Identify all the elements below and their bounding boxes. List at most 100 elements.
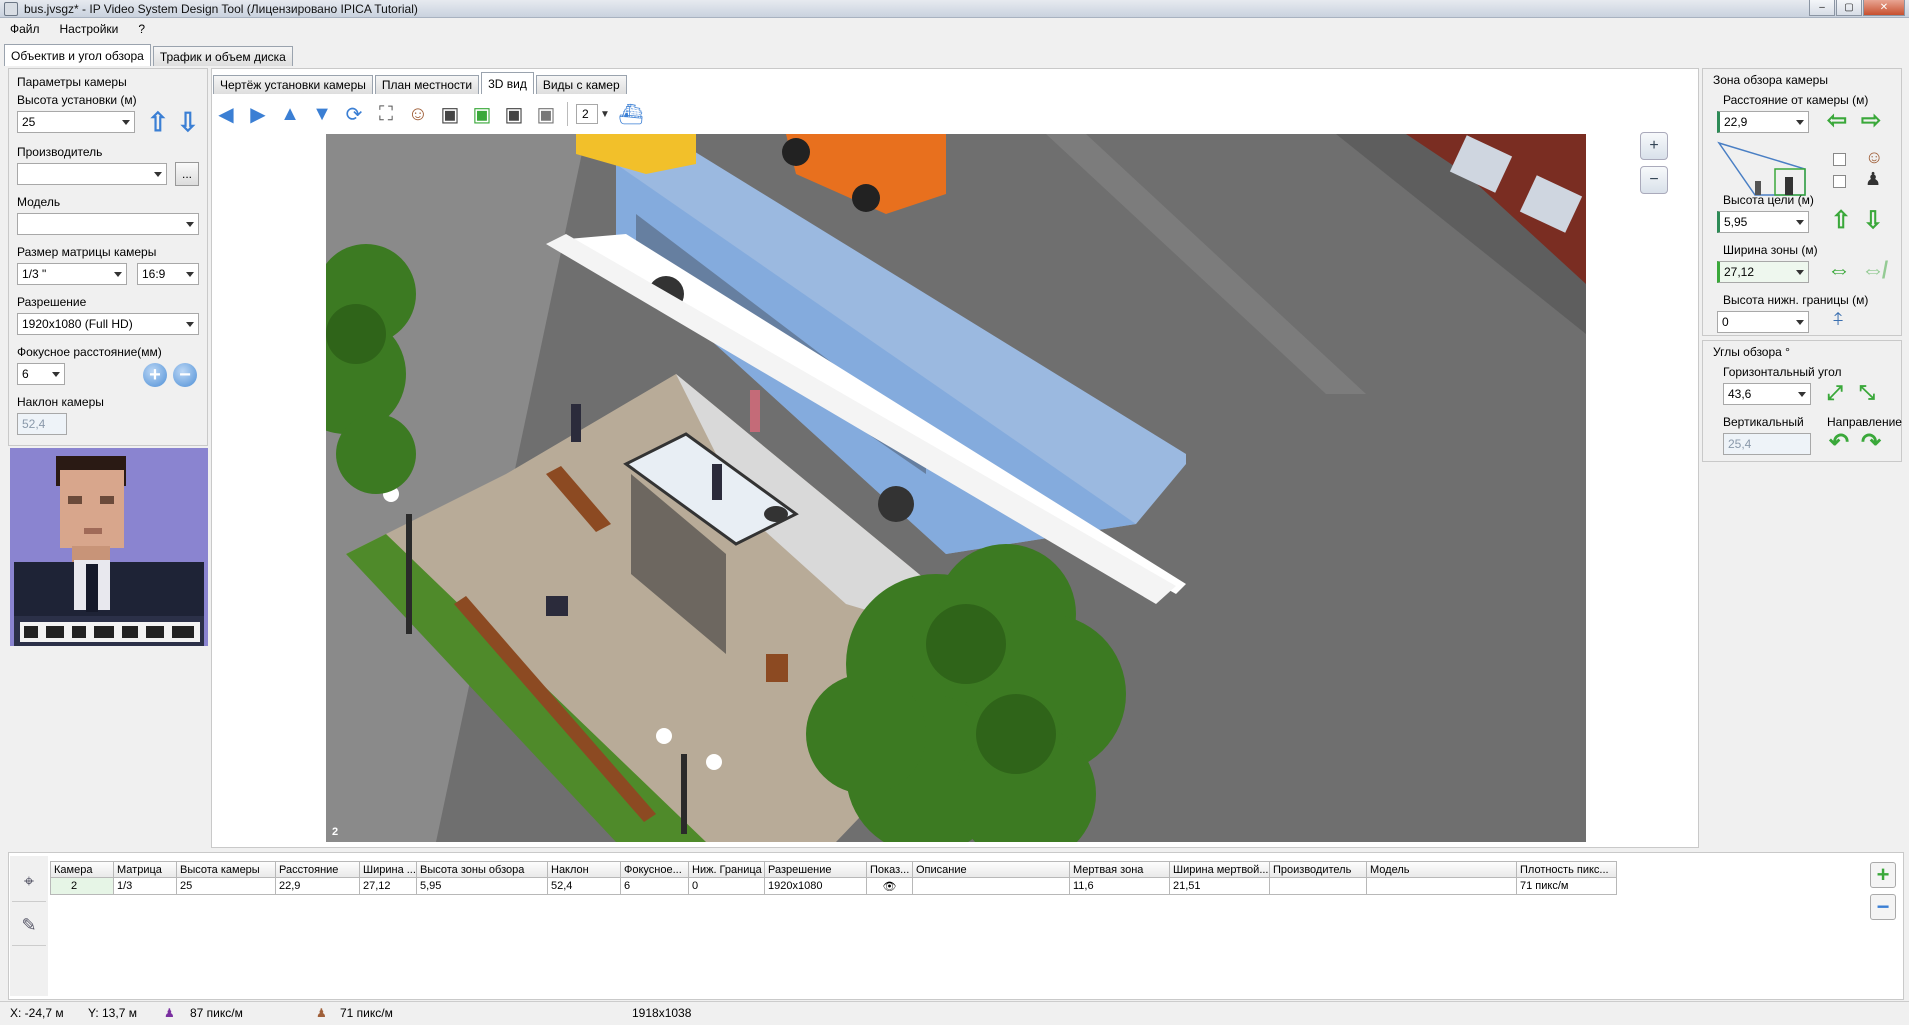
col-tilt[interactable]: Наклон	[548, 862, 621, 878]
col-model[interactable]: Модель	[1367, 862, 1517, 878]
person2-icon[interactable]: ▣	[437, 101, 463, 127]
width-shrink-icon[interactable]: ⇎	[1861, 259, 1885, 283]
tab-camera-views[interactable]: Виды с камер	[535, 75, 627, 94]
manufacturer-combo[interactable]	[17, 163, 167, 185]
col-manufacturer[interactable]: Производитель	[1270, 862, 1367, 878]
lower-bound-icon[interactable]: ⍏	[1833, 309, 1844, 330]
cell-dead-width[interactable]: 21,51	[1170, 878, 1270, 895]
col-focal[interactable]: Фокусное...	[621, 862, 689, 878]
col-description[interactable]: Описание	[913, 862, 1070, 878]
tab-lens-angle[interactable]: Объектив и угол обзора	[4, 44, 151, 66]
height-up-icon[interactable]: ⇧	[147, 109, 169, 135]
arrow-down-icon[interactable]: ▼	[309, 101, 335, 127]
cell-focal[interactable]: 6	[621, 878, 689, 895]
height-combo[interactable]: 25	[17, 111, 135, 133]
distance-decrease-icon[interactable]: ⇦	[1827, 109, 1847, 133]
model-combo[interactable]	[17, 213, 199, 235]
close-button[interactable]: ✕	[1863, 0, 1905, 16]
cell-width[interactable]: 27,12	[360, 878, 417, 895]
zoom-in-button[interactable]: +	[1640, 132, 1668, 160]
zoom-out-button[interactable]: −	[1640, 166, 1668, 194]
col-camera-height[interactable]: Высота камеры	[177, 862, 276, 878]
cell-camera-height[interactable]: 25	[177, 878, 276, 895]
person3-icon[interactable]: ▣	[469, 101, 495, 127]
person4-icon[interactable]: ▣	[501, 101, 527, 127]
sensor-combo[interactable]: 1/3 "	[17, 263, 127, 285]
col-width[interactable]: Ширина ...	[360, 862, 417, 878]
menu-settings[interactable]: Настройки	[50, 22, 129, 36]
lower-height-combo[interactable]: 0	[1717, 311, 1809, 333]
add-camera-button[interactable]: +	[1870, 862, 1896, 888]
height-down-icon[interactable]: ⇩	[177, 109, 199, 135]
tab-site-plan[interactable]: План местности	[374, 75, 480, 94]
camera-icon[interactable]: ⛴	[618, 101, 644, 127]
cell-model[interactable]	[1367, 878, 1517, 895]
target-height-combo[interactable]: 5,95	[1717, 211, 1809, 233]
rotate-icon[interactable]: ⟳	[341, 101, 367, 127]
col-dead-width[interactable]: Ширина мертвой...	[1170, 862, 1270, 878]
focal-plus-button[interactable]: +	[143, 363, 167, 387]
cell-distance[interactable]: 22,9	[276, 878, 360, 895]
camera-select[interactable]: 2	[576, 104, 598, 124]
menu-help[interactable]: ?	[128, 22, 155, 36]
col-zone-height[interactable]: Высота зоны обзора	[417, 862, 548, 878]
distance-increase-icon[interactable]: ⇨	[1861, 109, 1881, 133]
col-resolution[interactable]: Разрешение	[765, 862, 867, 878]
3d-scene[interactable]: 2	[326, 134, 1586, 842]
rotate-left-icon[interactable]: ↶	[1829, 431, 1849, 455]
person5-icon[interactable]: ▣	[533, 101, 559, 127]
cell-pixel-density[interactable]: 71 пикс/м	[1517, 878, 1617, 895]
eye-icon[interactable]: 👁	[867, 878, 913, 895]
camera-tool-icon[interactable]: ⌖	[12, 862, 46, 902]
col-lower-bound[interactable]: Ниж. Граница	[689, 862, 765, 878]
table-row[interactable]: 2 1/3 25 22,9 27,12 5,95 52,4 6 0 1920x1…	[50, 878, 1617, 895]
cell-manufacturer[interactable]	[1270, 878, 1367, 895]
rotate-right-icon[interactable]: ↷	[1861, 431, 1881, 455]
col-camera[interactable]: Камера	[50, 862, 114, 878]
angle-expand-icon[interactable]: ⤢	[1827, 381, 1843, 405]
person-icon[interactable]: ☺	[405, 101, 431, 127]
remove-camera-button[interactable]: −	[1870, 894, 1896, 920]
col-pixel-density[interactable]: Плотность пикс...	[1517, 862, 1617, 878]
target-down-icon[interactable]: ⇩	[1863, 209, 1883, 233]
option-checkbox-2[interactable]	[1833, 175, 1846, 188]
minimize-button[interactable]: –	[1809, 0, 1835, 16]
arrow-right-icon[interactable]: ▶	[245, 101, 271, 127]
col-distance[interactable]: Расстояние	[276, 862, 360, 878]
width-expand-icon[interactable]: ⇔	[1827, 259, 1851, 283]
cell-description[interactable]	[913, 878, 1070, 895]
resolution-combo[interactable]: 1920x1080 (Full HD)	[17, 313, 199, 335]
cell-resolution[interactable]: 1920x1080	[765, 878, 867, 895]
browse-button[interactable]: ...	[175, 162, 199, 186]
aspect-combo[interactable]: 16:9	[137, 263, 199, 285]
option-checkbox-1[interactable]	[1833, 153, 1846, 166]
col-show[interactable]: Показ...	[867, 862, 913, 878]
pen-tool-icon[interactable]: ✎	[12, 906, 46, 946]
chevron-down-icon[interactable]: ▼	[598, 101, 612, 127]
menu-file[interactable]: Файл	[0, 22, 50, 36]
horizontal-angle-combo[interactable]: 43,6	[1723, 383, 1811, 405]
tab-install-drawing[interactable]: Чертёж установки камеры	[213, 75, 373, 94]
face-density-icon: ♟	[316, 1006, 327, 1020]
col-sensor[interactable]: Матрица	[114, 862, 177, 878]
arrow-left-icon[interactable]: ◀	[213, 101, 239, 127]
cell-lower-bound[interactable]: 0	[689, 878, 765, 895]
focal-minus-button[interactable]: −	[173, 363, 197, 387]
maximize-button[interactable]: ▢	[1836, 0, 1862, 16]
cell-sensor[interactable]: 1/3	[114, 878, 177, 895]
cell-zone-height[interactable]: 5,95	[417, 878, 548, 895]
focal-combo[interactable]: 6	[17, 363, 65, 385]
distance-combo[interactable]: 22,9	[1717, 111, 1809, 133]
person-body-icon: ♟	[1865, 169, 1882, 189]
zone-width-combo[interactable]: 27,12	[1717, 261, 1809, 283]
cell-dead-zone[interactable]: 11,6	[1070, 878, 1170, 895]
angle-shrink-icon[interactable]: ⤡	[1859, 381, 1875, 405]
col-dead-zone[interactable]: Мертвая зона	[1070, 862, 1170, 878]
arrow-up-icon[interactable]: ▲	[277, 101, 303, 127]
cell-camera[interactable]: 2	[50, 878, 114, 895]
cell-tilt[interactable]: 52,4	[548, 878, 621, 895]
tab-traffic-disk[interactable]: Трафик и объем диска	[152, 46, 293, 66]
target-up-icon[interactable]: ⇧	[1831, 209, 1851, 233]
fit-icon[interactable]: ⛶	[373, 101, 399, 127]
tab-3d-view[interactable]: 3D вид	[481, 72, 534, 94]
